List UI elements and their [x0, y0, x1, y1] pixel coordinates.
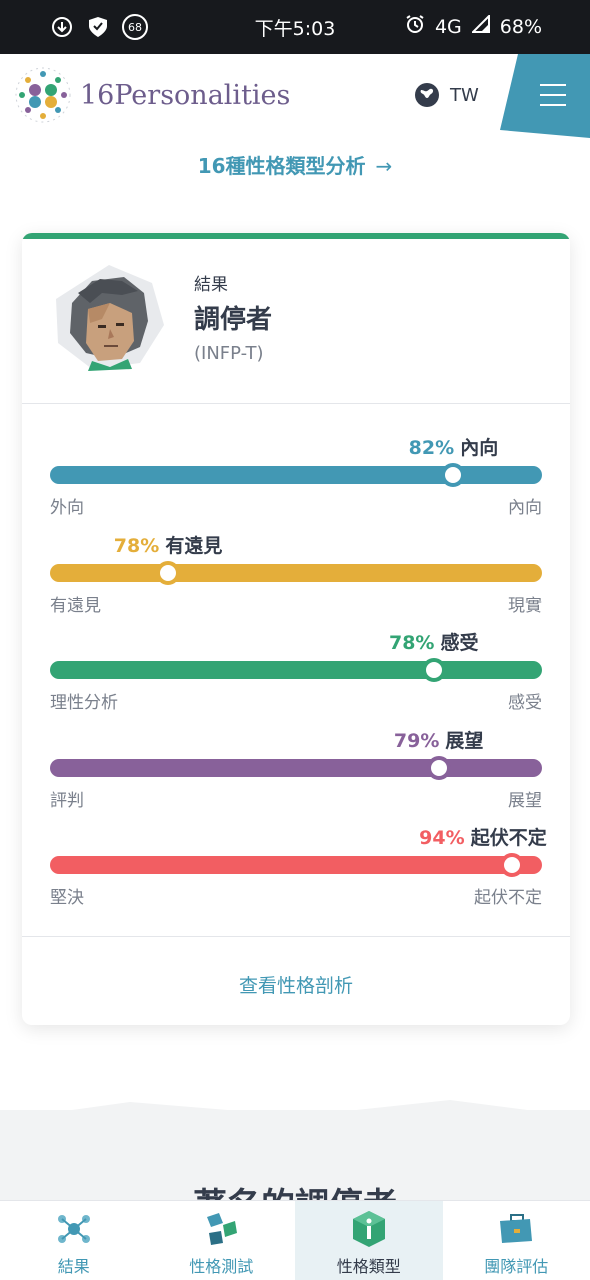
trait-left-label: 評判 — [50, 790, 84, 811]
personality-type-name: 調停者 — [194, 305, 273, 335]
network-type: 4G — [434, 15, 462, 38]
trait-knob — [426, 755, 451, 780]
trait-track — [50, 563, 542, 582]
trait-right-label: 內向 — [508, 498, 542, 518]
logo-mark-icon — [15, 67, 71, 123]
trait-left-label: 理性分析 — [50, 693, 118, 713]
trait-label: 78% 感受 — [389, 628, 479, 655]
trait-slider: 79% 展望 評判 展望 — [50, 726, 542, 812]
trait-right-label: 現實 — [508, 595, 542, 616]
trait-percent: 82% — [408, 437, 455, 459]
alarm-icon — [405, 14, 425, 39]
puzzle-cubes-icon — [207, 1213, 238, 1245]
trait-right-label: 起伏不定 — [474, 888, 542, 908]
divider — [22, 936, 570, 937]
trait-knob — [156, 560, 181, 585]
personality-type-code: (INFP-T) — [194, 343, 264, 364]
trait-track — [50, 856, 542, 874]
nav-item-results[interactable]: 結果 — [0, 1201, 148, 1280]
trait-right-label: 展望 — [508, 790, 542, 811]
briefcase-icon — [500, 1214, 533, 1243]
trait-track — [50, 661, 542, 679]
trait-knob — [421, 658, 446, 682]
famous-mediators-heading: 著名的調停者 — [0, 1178, 590, 1200]
nav-item-personality-types[interactable]: 性格類型 — [295, 1201, 443, 1280]
trait-percent: 94% — [419, 827, 465, 849]
type-analysis-link[interactable]: 16種性格類型分析 → — [0, 150, 590, 179]
trait-track — [50, 466, 542, 484]
signal-icon — [470, 13, 490, 38]
status-bar: 68 下午5:03 4G 68% — [0, 0, 590, 54]
trait-percent: 78% — [388, 632, 435, 654]
hamburger-menu-icon[interactable] — [540, 84, 566, 114]
trait-percent: 79% — [393, 729, 440, 752]
trait-name: 內向 — [460, 437, 499, 459]
logo-text: 16Personalities — [80, 79, 291, 111]
language-code: TW — [450, 84, 479, 106]
arrow-right-icon: → — [375, 154, 393, 178]
nav-item-team-assessment[interactable]: 團隊評估 — [443, 1201, 590, 1280]
nav-item-personality-test[interactable]: 性格測試 — [148, 1201, 296, 1280]
section-wave — [0, 1100, 590, 1130]
result-label: 結果 — [194, 275, 228, 295]
trait-knob — [441, 463, 466, 487]
site-header: 16Personalities TW — [0, 54, 590, 138]
trait-slider: 78% 有遠見 有遠見 現實 — [50, 531, 542, 617]
trait-left-label: 外向 — [50, 498, 84, 518]
trait-label: 82% 內向 — [409, 433, 499, 460]
site-logo[interactable]: 16Personalities — [14, 66, 290, 124]
trait-left-label: 有遠見 — [50, 595, 101, 616]
result-card: 結果 調停者 (INFP-T) 82% 內向 外向 內向 78% 有遠見 有遠見 現實 78… — [22, 233, 570, 1025]
card-accent-bar — [22, 233, 570, 239]
trait-percent: 78% — [113, 534, 160, 557]
trait-left-label: 堅決 — [50, 888, 84, 908]
mediator-avatar — [56, 265, 164, 371]
molecule-icon — [57, 1215, 90, 1243]
bottom-navigation: 結果 性格測試 性格類型 團隊評估 — [0, 1200, 590, 1280]
trait-slider: 94% 起伏不定 堅決 起伏不定 — [50, 823, 547, 909]
trait-name: 感受 — [440, 632, 479, 654]
trait-name: 有遠見 — [165, 534, 223, 557]
trait-label: 78% 有遠見 — [114, 531, 223, 558]
trait-knob — [500, 853, 525, 877]
trait-label: 94% 起伏不定 — [419, 823, 547, 850]
globe-icon — [415, 83, 439, 107]
trait-slider: 78% 感受 理性分析 感受 — [50, 628, 542, 714]
trait-name: 展望 — [445, 729, 484, 752]
view-personality-analysis-link[interactable]: 查看性格剖析 — [22, 971, 570, 998]
info-cube-icon — [352, 1211, 385, 1247]
trait-right-label: 感受 — [508, 693, 542, 713]
trait-slider: 82% 內向 外向 內向 — [50, 433, 542, 519]
trait-track — [50, 758, 542, 777]
trait-name: 起伏不定 — [470, 827, 547, 849]
page-content: 16種性格類型分析 → 結果 調停者 (INFP-T) 82% 內向 外向 內向 78%… — [0, 138, 590, 1200]
trait-label: 79% 展望 — [394, 726, 484, 753]
battery-level: 68% — [499, 15, 542, 38]
language-selector[interactable]: TW — [414, 82, 479, 108]
divider — [22, 403, 570, 404]
